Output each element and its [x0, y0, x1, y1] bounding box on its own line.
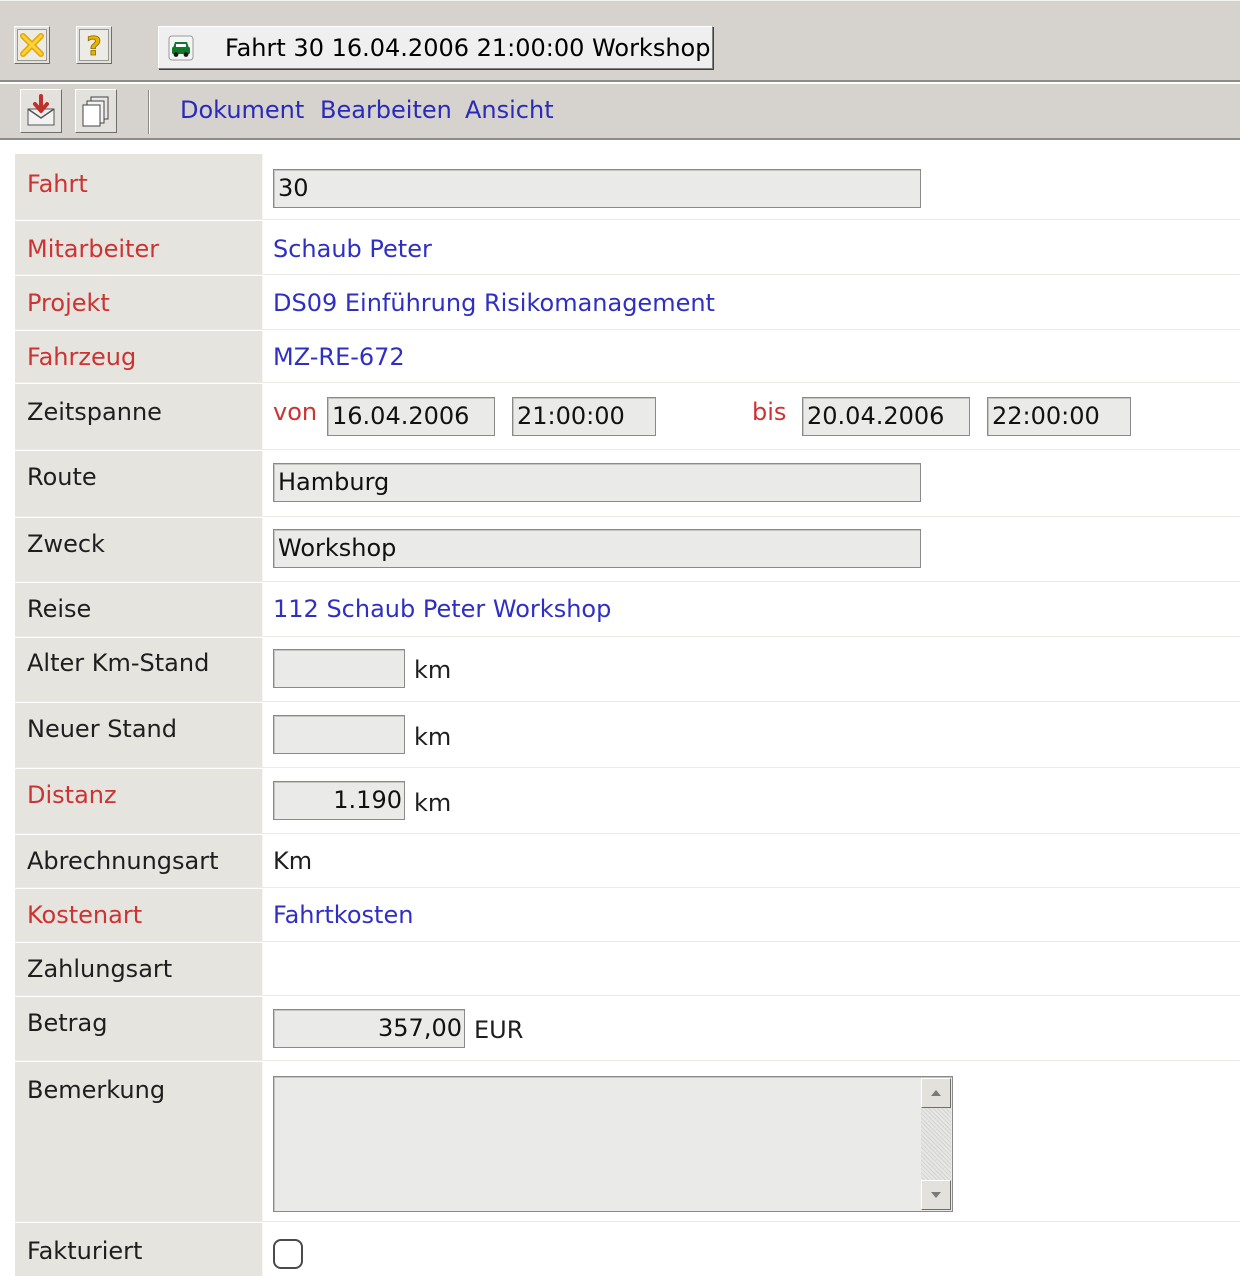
bis-time-input[interactable]: 22:00:00: [987, 397, 1131, 436]
projekt-link[interactable]: DS09 Einführung Risikomanagement: [273, 289, 715, 317]
label-abrechnungsart: Abrechnungsart: [27, 847, 219, 875]
arrow-up-icon: [931, 1090, 941, 1096]
scroll-up-button[interactable]: [921, 1078, 951, 1108]
help-question-icon: ?: [79, 29, 109, 61]
row-route: Route Hamburg: [15, 451, 1240, 517]
save-document-icon: [27, 94, 55, 126]
neuer-stand-input[interactable]: [273, 715, 405, 754]
distanz-input[interactable]: 1.190: [273, 781, 405, 820]
betrag-input[interactable]: 357,00: [273, 1009, 465, 1048]
label-fakturiert: Fakturiert: [27, 1237, 143, 1265]
label-mitarbeiter: Mitarbeiter: [27, 235, 160, 263]
close-x-icon: [17, 29, 47, 61]
fahrzeug-link[interactable]: MZ-RE-672: [273, 343, 405, 371]
row-betrag: Betrag 357,00 EUR: [15, 997, 1240, 1061]
mitarbeiter-link[interactable]: Schaub Peter: [273, 235, 432, 263]
row-fakturiert: Fakturiert: [15, 1223, 1240, 1276]
von-date-input[interactable]: 16.04.2006: [327, 397, 495, 436]
arrow-down-icon: [931, 1192, 941, 1198]
label-reise: Reise: [27, 595, 92, 623]
row-fahrzeug: Fahrzeug MZ-RE-672: [15, 331, 1240, 383]
von-label: von: [273, 398, 318, 426]
copy-document-icon: [82, 96, 109, 127]
title-bar: ? Fahrt 30 16.04.2006 21:00:00 Workshop: [0, 0, 1240, 82]
label-zweck: Zweck: [27, 530, 105, 558]
menu-bearbeiten[interactable]: Bearbeiten: [320, 96, 452, 124]
kostenart-link[interactable]: Fahrtkosten: [273, 901, 413, 929]
row-bemerkung: Bemerkung: [15, 1062, 1240, 1222]
label-zeitspanne: Zeitspanne: [27, 398, 162, 426]
menu-dokument[interactable]: Dokument: [180, 96, 304, 124]
row-projekt: Projekt DS09 Einführung Risikomanagement: [15, 276, 1240, 330]
window-title: Fahrt 30 16.04.2006 21:00:00 Workshop: [225, 34, 711, 62]
label-neuer-stand: Neuer Stand: [27, 715, 177, 743]
row-zeitspanne: Zeitspanne von 16.04.2006 21:00:00 bis 2…: [15, 384, 1240, 450]
row-neuer-stand: Neuer Stand km: [15, 703, 1240, 768]
car-icon: [168, 35, 194, 61]
neuer-stand-unit: km: [414, 723, 452, 751]
alter-km-input[interactable]: [273, 649, 405, 688]
row-abrechnungsart: Abrechnungsart Km: [15, 835, 1240, 888]
bis-date-input[interactable]: 20.04.2006: [802, 397, 970, 436]
document-tab[interactable]: Fahrt 30 16.04.2006 21:00:00 Workshop: [158, 26, 713, 69]
row-distanz: Distanz 1.190 km: [15, 769, 1240, 834]
row-alter-km: Alter Km-Stand km: [15, 638, 1240, 702]
help-button[interactable]: ?: [76, 26, 112, 64]
alter-km-unit: km: [414, 656, 452, 684]
label-alter-km: Alter Km-Stand: [27, 649, 210, 677]
label-betrag: Betrag: [27, 1009, 108, 1037]
label-fahrt: Fahrt: [27, 170, 88, 198]
route-input[interactable]: Hamburg: [273, 463, 921, 502]
row-kostenart: Kostenart Fahrtkosten: [15, 889, 1240, 942]
bemerkung-scrollbar[interactable]: [921, 1078, 951, 1210]
menu-ansicht[interactable]: Ansicht: [465, 96, 554, 124]
row-mitarbeiter: Mitarbeiter Schaub Peter: [15, 221, 1240, 275]
label-projekt: Projekt: [27, 289, 110, 317]
row-reise: Reise 112 Schaub Peter Workshop: [15, 583, 1240, 637]
distanz-unit: km: [414, 789, 452, 817]
label-zahlungsart: Zahlungsart: [27, 955, 173, 983]
label-kostenart: Kostenart: [27, 901, 143, 929]
label-route: Route: [27, 463, 97, 491]
reise-link[interactable]: 112 Schaub Peter Workshop: [273, 595, 611, 623]
fakturiert-checkbox[interactable]: [273, 1239, 303, 1269]
scroll-down-button[interactable]: [921, 1180, 951, 1210]
fahrt-input[interactable]: 30: [273, 169, 921, 208]
abrechnungsart-value: Km: [273, 847, 313, 875]
row-fahrt: Fahrt 30: [15, 154, 1240, 220]
bis-label: bis: [752, 398, 787, 426]
bemerkung-textarea[interactable]: [273, 1076, 953, 1212]
label-bemerkung: Bemerkung: [27, 1076, 166, 1104]
von-time-input[interactable]: 21:00:00: [512, 397, 656, 436]
zweck-input[interactable]: Workshop: [273, 529, 921, 568]
close-button[interactable]: [14, 26, 50, 64]
row-zahlungsart: Zahlungsart: [15, 943, 1240, 996]
save-button[interactable]: [20, 89, 62, 133]
copy-button[interactable]: [75, 89, 117, 133]
label-distanz: Distanz: [27, 781, 117, 809]
betrag-unit: EUR: [474, 1016, 524, 1044]
svg-text:?: ?: [86, 32, 101, 59]
menu-separator: [148, 90, 150, 134]
row-zweck: Zweck Workshop: [15, 518, 1240, 582]
menu-bar: Dokument Bearbeiten Ansicht: [0, 84, 1240, 140]
label-fahrzeug: Fahrzeug: [27, 343, 137, 371]
